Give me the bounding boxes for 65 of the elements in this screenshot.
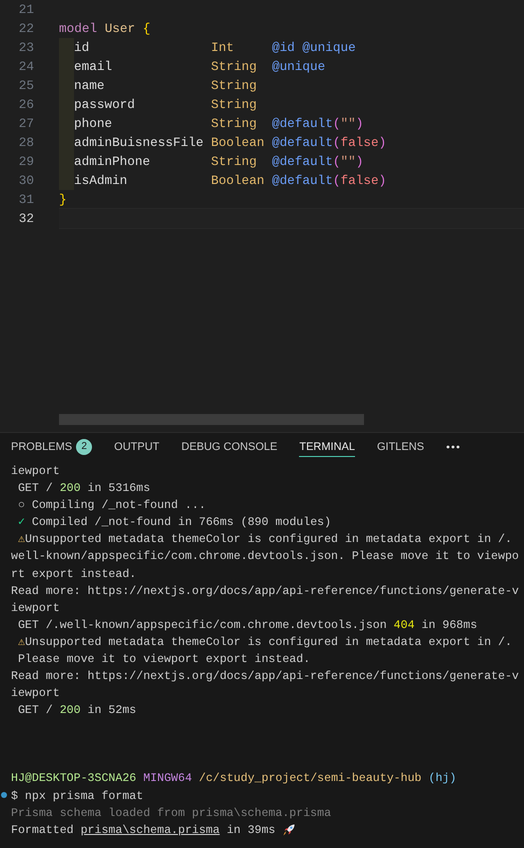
field-type: Int: [211, 40, 235, 55]
panel-tab[interactable]: TERMINAL: [299, 436, 355, 456]
field-type: String: [211, 154, 258, 169]
terminal-line: iewport: [11, 600, 60, 617]
line-number: 25: [18, 78, 34, 93]
terminal-line: Prisma schema loaded from prisma\schema.prisma: [11, 806, 332, 822]
line-number: 27: [18, 116, 34, 131]
count-badge: 2: [76, 438, 92, 454]
line-number: 28: [18, 135, 34, 150]
field-type: String: [211, 78, 258, 93]
line-number: 26: [18, 97, 34, 112]
line-number: 30: [18, 173, 34, 188]
line-number: 22: [18, 21, 34, 36]
panel-tab[interactable]: GITLENS: [376, 436, 424, 456]
panel-tab[interactable]: PROBLEMS 2: [11, 434, 92, 458]
line-number: 24: [18, 59, 34, 74]
terminal-line: rt export instead.: [11, 566, 136, 583]
terminal-line: ○ Compiling /_not-found ...: [16, 498, 206, 514]
command-status-icon[interactable]: [1, 792, 7, 798]
terminal-line: GET /.well-known/appspecific/com.chrome.devtools.json 404 in 968ms: [16, 618, 478, 634]
field-attribute: @default(false): [272, 173, 386, 188]
field-attribute: @id @unique: [272, 40, 356, 55]
field-type: String: [211, 97, 258, 112]
code-line: }: [59, 192, 67, 207]
field-attribute: @default(""): [272, 154, 364, 169]
line-number: 31: [18, 192, 34, 207]
terminal-line: Read more: https://nextjs.org/docs/app/api-reference/functions/generate-v: [11, 584, 519, 600]
prompt-line: HJ@DESKTOP-3SCNA26 MINGW64 /c/study_project/semi-beauty-hub (hj): [11, 771, 456, 788]
field-attribute: @unique: [272, 59, 326, 74]
line-number: 32: [18, 211, 34, 226]
field-type: String: [211, 116, 258, 131]
terminal-line: Please move it to viewport export instead.: [16, 652, 310, 668]
field-name: email: [74, 59, 114, 74]
terminal-line: iewport: [11, 686, 60, 702]
field-name: adminBuisnessFile: [74, 135, 204, 150]
more-icon[interactable]: [446, 444, 460, 448]
code-line: model User {: [59, 21, 150, 36]
field-attribute: @default(false): [272, 135, 386, 150]
terminal-line: ⚠Unsupported metadata themeColor is configured in metadata export in /.: [16, 634, 512, 651]
line-number: 23: [18, 40, 34, 55]
terminal-line: well-known/appspecific/com.chrome.devtools.json. Please move it to viewpo: [11, 549, 519, 566]
terminal-line: GET / 200 in 52ms: [16, 703, 136, 720]
command-line: $ npx prisma format: [11, 788, 144, 804]
rocket-icon: [282, 823, 296, 838]
field-type: String: [211, 59, 258, 74]
terminal-line: GET / 200 in 5316ms: [16, 481, 150, 498]
terminal-line: Read more: https://nextjs.org/docs/app/api-reference/functions/generate-v: [11, 669, 519, 686]
terminal-line: iewport: [11, 464, 60, 480]
line-number: 21: [18, 2, 34, 17]
line-number: 29: [18, 154, 34, 169]
panel-tab[interactable]: DEBUG CONSOLE: [181, 436, 278, 456]
field-attribute: @default(""): [272, 116, 364, 131]
terminal-line: ⚠Unsupported metadata themeColor is configured in metadata export in /.: [16, 532, 512, 548]
field-type: Boolean: [211, 173, 266, 188]
panel-tab[interactable]: OUTPUT: [114, 436, 160, 456]
field-name: adminPhone: [74, 154, 152, 169]
terminal-line: ✓ Compiled /_not-found in 766ms (890 modules): [16, 515, 332, 532]
scrollbar-thumb[interactable]: [59, 414, 364, 425]
terminal-line: Formatted prisma\schema.prisma in 39ms: [11, 822, 276, 839]
field-name: name: [74, 78, 106, 93]
field-type: Boolean: [211, 135, 266, 150]
field-name: id: [74, 40, 90, 55]
field-name: phone: [74, 116, 114, 131]
field-name: password: [74, 97, 136, 112]
field-name: isAdmin: [74, 173, 128, 188]
